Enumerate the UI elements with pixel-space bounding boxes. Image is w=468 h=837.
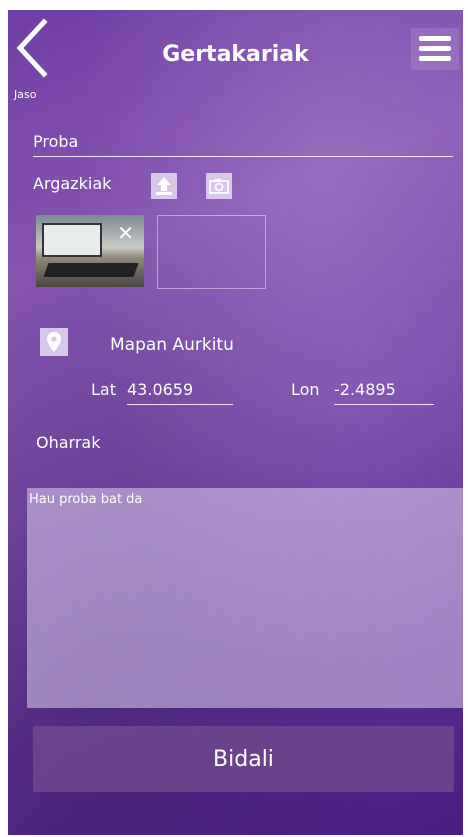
lat-input[interactable]: 43.0659 <box>127 380 233 405</box>
camera-icon <box>209 178 229 194</box>
app-screen: Jaso Gertakariak Proba Argazkiak ✕ Mapan… <box>8 10 463 835</box>
notes-label: Oharrak <box>36 433 101 452</box>
submit-button-label: Bidali <box>213 746 274 772</box>
lon-label: Lon <box>291 380 320 399</box>
menu-button[interactable] <box>411 28 459 70</box>
map-pin-icon <box>47 332 61 352</box>
lon-input[interactable]: -2.4895 <box>334 380 434 405</box>
submit-button[interactable]: Bidali <box>33 726 454 792</box>
thumbnail-image-keyboard <box>43 263 139 277</box>
photo-thumbnail[interactable]: ✕ <box>36 215 144 287</box>
take-photo-button[interactable] <box>206 173 232 199</box>
back-label: Jaso <box>14 88 37 101</box>
notes-textarea[interactable]: Hau proba bat da <box>27 488 463 708</box>
upload-icon <box>156 177 172 195</box>
page-title: Gertakariak <box>162 42 309 67</box>
locate-on-map-label[interactable]: Mapan Aurkitu <box>110 335 234 355</box>
thumbnail-image-monitor <box>42 223 102 257</box>
photos-label: Argazkiak <box>33 174 112 193</box>
name-input[interactable]: Proba <box>33 132 453 157</box>
empty-photo-slot[interactable] <box>157 215 266 289</box>
locate-button[interactable] <box>40 328 68 356</box>
app-header: Jaso Gertakariak <box>8 10 463 110</box>
close-icon[interactable]: ✕ <box>117 221 134 245</box>
lat-label: Lat <box>91 380 116 399</box>
upload-photo-button[interactable] <box>151 173 177 199</box>
